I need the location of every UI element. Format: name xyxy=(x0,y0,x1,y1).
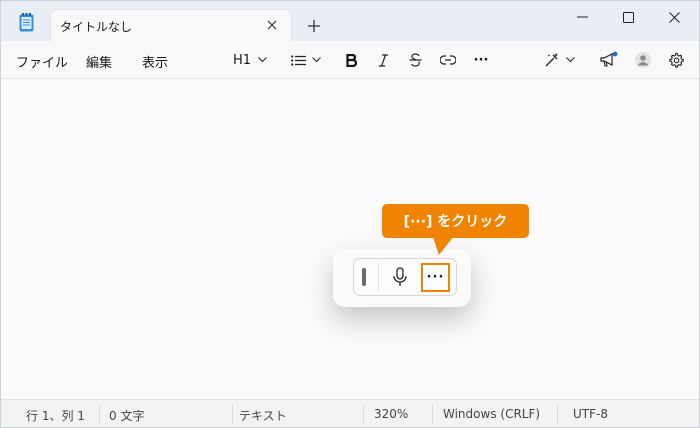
list-dropdown[interactable] xyxy=(287,48,325,72)
notepad-window: タイトルなし ファイル 編集 表示 H1 ··· ··· [···] をクリック… xyxy=(0,0,700,428)
callout-text: [···] をクリック xyxy=(403,214,508,230)
plus-icon xyxy=(308,20,320,32)
window-close-icon xyxy=(668,11,680,23)
status-divider xyxy=(557,405,558,424)
menu-view[interactable]: 表示 xyxy=(142,52,168,71)
heading-label: H1 xyxy=(232,52,252,68)
instruction-callout: [···] をクリック xyxy=(382,204,529,238)
maximize-button[interactable] xyxy=(605,1,651,33)
notepad-app-icon xyxy=(19,13,34,32)
heading-dropdown[interactable]: H1 xyxy=(229,48,271,72)
toolbar-divider xyxy=(378,263,379,291)
title-bar: タイトルなし xyxy=(1,1,699,41)
window-close-button[interactable] xyxy=(651,1,697,33)
gear-icon xyxy=(669,52,684,68)
dictation-toolbar: ··· xyxy=(353,258,457,296)
copilot-dropdown[interactable] xyxy=(539,48,579,72)
status-zoom[interactable]: 320% xyxy=(374,407,408,421)
more-label: ··· xyxy=(473,52,489,68)
tab-title: タイトルなし xyxy=(60,20,133,34)
status-line-ending[interactable]: Windows (CRLF) xyxy=(443,407,540,421)
whats-new-button[interactable] xyxy=(598,48,620,72)
link-icon xyxy=(440,55,456,65)
text-editor-area[interactable] xyxy=(1,79,699,399)
status-cursor-position: 行 1、列 1 xyxy=(26,409,85,423)
callout-pointer xyxy=(433,237,453,255)
menu-toolbar: ファイル 編集 表示 H1 ··· xyxy=(1,41,699,79)
copilot-icon xyxy=(545,53,558,67)
document-tab[interactable]: タイトルなし xyxy=(50,9,292,41)
status-divider xyxy=(232,405,233,424)
chevron-down-icon xyxy=(565,57,575,63)
status-divider xyxy=(363,405,364,424)
chevron-down-icon xyxy=(258,57,267,63)
bold-icon xyxy=(345,53,357,67)
minimize-button[interactable] xyxy=(559,1,605,33)
menu-edit[interactable]: 編集 xyxy=(86,52,112,71)
status-char-count: 0 文字 xyxy=(109,409,145,423)
maximize-icon xyxy=(622,11,634,23)
link-button[interactable] xyxy=(437,48,459,72)
settings-button[interactable] xyxy=(665,48,687,72)
grip-icon[interactable] xyxy=(362,268,366,286)
chevron-down-icon xyxy=(312,57,321,63)
megaphone-icon xyxy=(600,51,618,67)
avatar-icon xyxy=(635,52,651,68)
status-divider xyxy=(432,405,433,424)
dictation-more-label: ··· xyxy=(426,270,445,285)
new-tab-button[interactable] xyxy=(304,16,324,36)
microphone-icon xyxy=(393,267,407,286)
close-icon[interactable] xyxy=(263,16,281,34)
italic-icon xyxy=(378,53,388,67)
microphone-button[interactable] xyxy=(390,266,410,288)
status-encoding[interactable]: UTF-8 xyxy=(573,407,608,421)
italic-button[interactable] xyxy=(373,48,393,72)
account-button[interactable] xyxy=(633,48,653,72)
menu-file[interactable]: ファイル xyxy=(16,52,68,71)
strikethrough-button[interactable] xyxy=(405,48,425,72)
status-format[interactable]: テキスト xyxy=(239,407,287,424)
toolbar-more-button[interactable]: ··· xyxy=(470,48,492,72)
dictation-more-button[interactable]: ··· xyxy=(421,263,450,292)
bulleted-list-icon xyxy=(291,54,306,66)
status-bar: 行 1、列 1 0 文字 テキスト 320% Windows (CRLF) UT… xyxy=(1,399,699,427)
bold-button[interactable] xyxy=(341,48,361,72)
strikethrough-icon xyxy=(409,53,421,67)
status-divider xyxy=(99,405,100,424)
minimize-icon xyxy=(576,16,588,18)
